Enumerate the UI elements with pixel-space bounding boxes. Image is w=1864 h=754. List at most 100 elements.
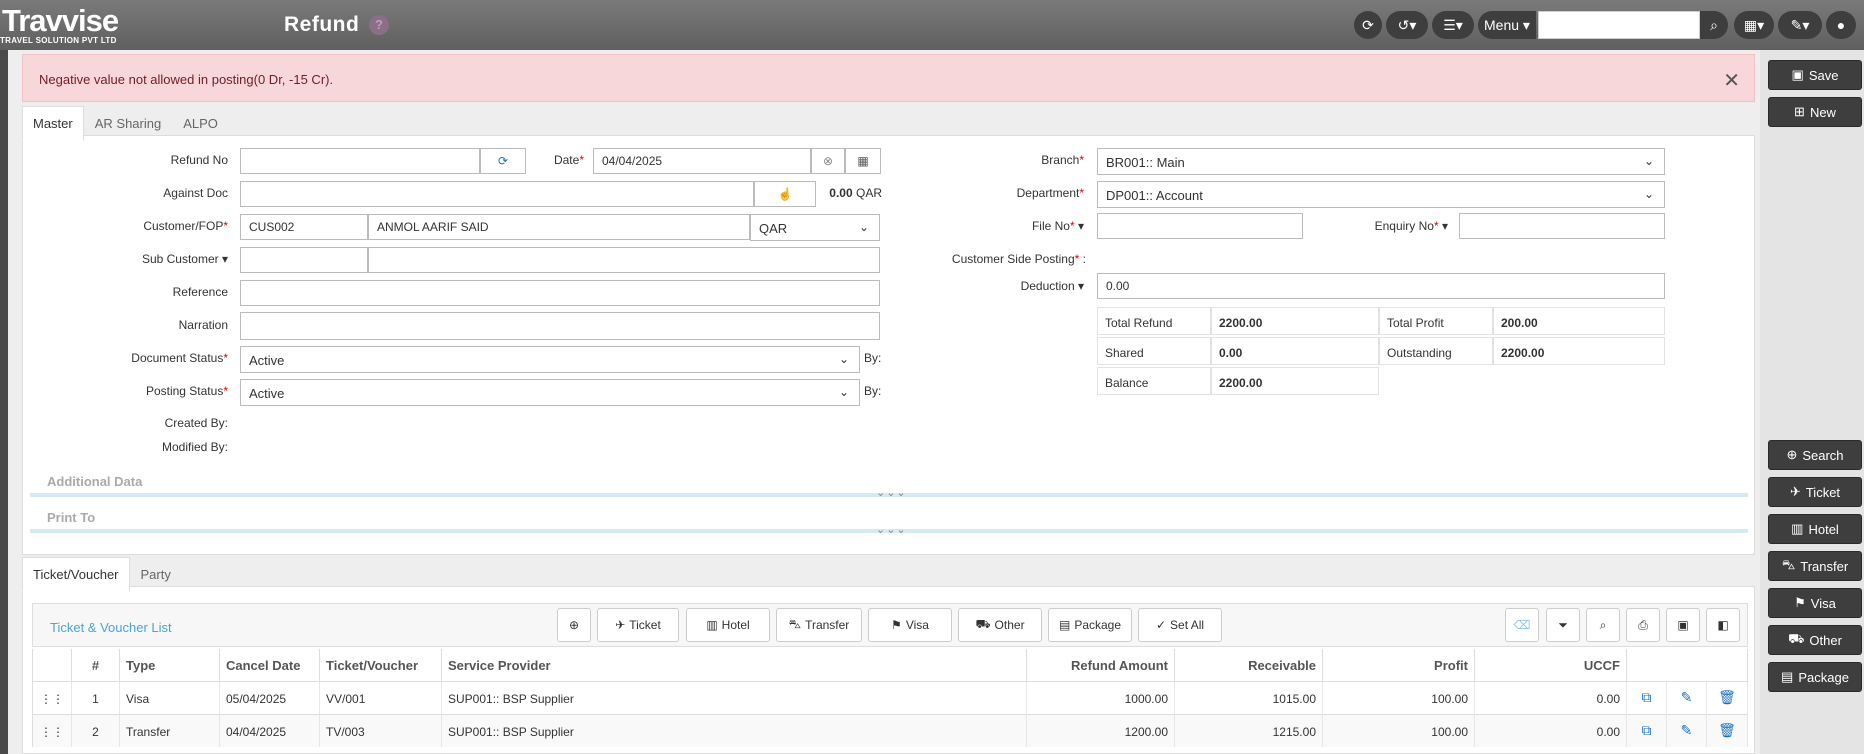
visa-button[interactable]: ⚑ Visa [1768, 588, 1862, 618]
add-visa-button[interactable]: ⚑ Visa [868, 608, 952, 642]
add-ticket-button[interactable]: ✈ Ticket [597, 608, 679, 642]
paint-icon[interactable]: ✎▾ [1778, 11, 1822, 39]
enquiry-no-label: Enquiry No* ▾ [1374, 219, 1448, 233]
column-header[interactable]: # [72, 649, 120, 681]
drag-handle-icon[interactable]: ⋮⋮ [32, 714, 72, 747]
document-status-label: Document Status* [131, 351, 228, 365]
user-icon[interactable]: ● [1826, 11, 1856, 39]
add-transfer-button[interactable]: ⛍ Transfer [776, 608, 862, 642]
row-receivable: 1015.00 [1175, 681, 1323, 714]
tab-ar-sharing[interactable]: AR Sharing [84, 106, 172, 141]
expand-print-icon[interactable]: ⌄⌄⌄ [876, 523, 907, 536]
narration-textarea[interactable] [240, 312, 880, 340]
hotel-button[interactable]: ▥ Hotel [1768, 514, 1862, 544]
sub-customer-code-input[interactable] [240, 247, 368, 273]
shared-label: Shared [1097, 337, 1211, 365]
column-header[interactable]: Refund Amount [1027, 649, 1175, 681]
department-select[interactable]: DP001:: Account ⌄ [1097, 181, 1665, 208]
plus-circle-icon: ⊕ [568, 618, 580, 632]
list-title: Ticket & Voucher List [50, 620, 172, 635]
tab-party[interactable]: Party [130, 557, 182, 592]
column-header[interactable]: Cancel Date [220, 649, 320, 681]
column-header[interactable]: Service Provider [442, 649, 1027, 681]
row-provider: SUP001:: BSP Supplier [442, 714, 1027, 747]
close-icon[interactable]: ✕ [1723, 68, 1740, 93]
generate-refresh-icon[interactable]: ⟳ [480, 148, 526, 174]
column-header[interactable]: Type [120, 649, 220, 681]
refund-no-input[interactable] [240, 148, 480, 174]
deduction-label-text: Deduction [1020, 279, 1075, 293]
clear-date-icon[interactable]: ⊗ [811, 148, 845, 174]
package-button[interactable]: ▤ Package [1768, 662, 1862, 692]
save-button[interactable]: ▣ Save [1768, 60, 1862, 90]
document-by-label: By: [864, 351, 882, 365]
against-doc-label: Against Doc [163, 186, 228, 200]
delete-icon[interactable]: 🗑 [1707, 681, 1748, 714]
against-doc-input[interactable] [240, 181, 754, 207]
eraser-icon[interactable]: ⌫ [1505, 608, 1539, 642]
set-all-button[interactable]: ✓ Set All [1138, 608, 1222, 642]
columns-icon[interactable]: ◧ [1706, 608, 1740, 642]
document-status-select[interactable]: Active ⌄ [240, 346, 860, 373]
column-header[interactable]: Ticket/Voucher [320, 649, 442, 681]
export-icon[interactable]: ▣ [1666, 608, 1700, 642]
tab-ticket-voucher[interactable]: Ticket/Voucher [22, 557, 130, 592]
row-voucher: TV/003 [320, 714, 442, 747]
lower-tabs: Ticket/Voucher Party [22, 557, 182, 592]
edit-icon[interactable]: ✎ [1667, 681, 1707, 714]
master-tabs: Master AR Sharing ALPO [22, 106, 229, 141]
zoom-icon[interactable]: ⌕ [1586, 608, 1620, 642]
department-value: DP001:: Account [1106, 188, 1203, 203]
search-button[interactable]: ⊕ Search [1768, 440, 1862, 470]
help-icon[interactable]: ? [369, 15, 389, 35]
plus-circle-icon: ⊕ [1786, 447, 1798, 462]
branch-value: BR001:: Main [1106, 155, 1185, 170]
file-no-input[interactable] [1097, 213, 1303, 239]
tab-alpo[interactable]: ALPO [172, 106, 229, 141]
refresh-icon[interactable]: ⟳ [1354, 11, 1382, 39]
date-input[interactable]: 04/04/2025 [593, 148, 811, 174]
copy-icon[interactable]: ⧉ [1627, 714, 1667, 747]
search-input[interactable] [1538, 11, 1700, 39]
menu-button[interactable]: Menu ▾ [1478, 11, 1536, 39]
transfer-button[interactable]: ⛍ Transfer [1768, 551, 1862, 581]
enquiry-no-input[interactable] [1459, 213, 1665, 239]
tab-master[interactable]: Master [22, 106, 84, 141]
column-header[interactable]: UCCF [1475, 649, 1627, 681]
customer-code-input[interactable]: CUS002 [240, 214, 368, 240]
filter-icon[interactable]: ⏷ [1546, 608, 1580, 642]
expand-additional-icon[interactable]: ⌄⌄⌄ [876, 486, 907, 499]
sub-customer-name-input[interactable] [368, 247, 880, 273]
drag-handle-icon[interactable]: ⋮⋮ [32, 681, 72, 714]
customer-currency-select[interactable]: QAR ⌄ [750, 214, 880, 241]
ticket-button[interactable]: ✈ Ticket [1768, 477, 1862, 507]
flag-icon: ⚑ [891, 618, 902, 632]
calendar-icon[interactable]: ▦ [845, 148, 881, 174]
posting-status-select[interactable]: Active ⌄ [240, 379, 860, 406]
copy-icon[interactable]: ⧉ [1627, 681, 1667, 714]
add-hotel-button[interactable]: ▥ Hotel [686, 608, 770, 642]
search-icon[interactable]: ⌕ [1700, 11, 1728, 39]
select-hand-icon[interactable]: ☝ [754, 181, 816, 207]
deduction-input[interactable]: 0.00 [1097, 273, 1665, 299]
add-package-button[interactable]: ▤ Package [1048, 608, 1132, 642]
add-other-button[interactable]: ⛟ Other [958, 608, 1042, 642]
department-label: Department* [1016, 186, 1084, 200]
delete-icon[interactable]: 🗑 [1707, 714, 1748, 747]
branch-select[interactable]: BR001:: Main ⌄ [1097, 148, 1665, 175]
add-row-button[interactable]: ⊕ [557, 608, 591, 642]
pdf-icon[interactable]: ⎙ [1626, 608, 1660, 642]
column-header[interactable]: Profit [1323, 649, 1475, 681]
new-button[interactable]: ⊞ New [1768, 97, 1862, 127]
customer-name-input[interactable]: ANMOL AARIF SAID [368, 214, 750, 240]
additional-data-title: Additional Data [47, 474, 143, 489]
edit-icon[interactable]: ✎ [1667, 714, 1707, 747]
history-icon[interactable]: ↺▾ [1386, 11, 1428, 39]
row-type: Transfer [120, 714, 220, 747]
row-receivable: 1215.00 [1175, 714, 1323, 747]
language-icon[interactable]: ▦▾ [1734, 11, 1774, 39]
other-button[interactable]: ⛟ Other [1768, 625, 1862, 655]
list-menu-icon[interactable]: ☰▾ [1432, 11, 1474, 39]
reference-input[interactable] [240, 280, 880, 306]
column-header[interactable]: Receivable [1175, 649, 1323, 681]
